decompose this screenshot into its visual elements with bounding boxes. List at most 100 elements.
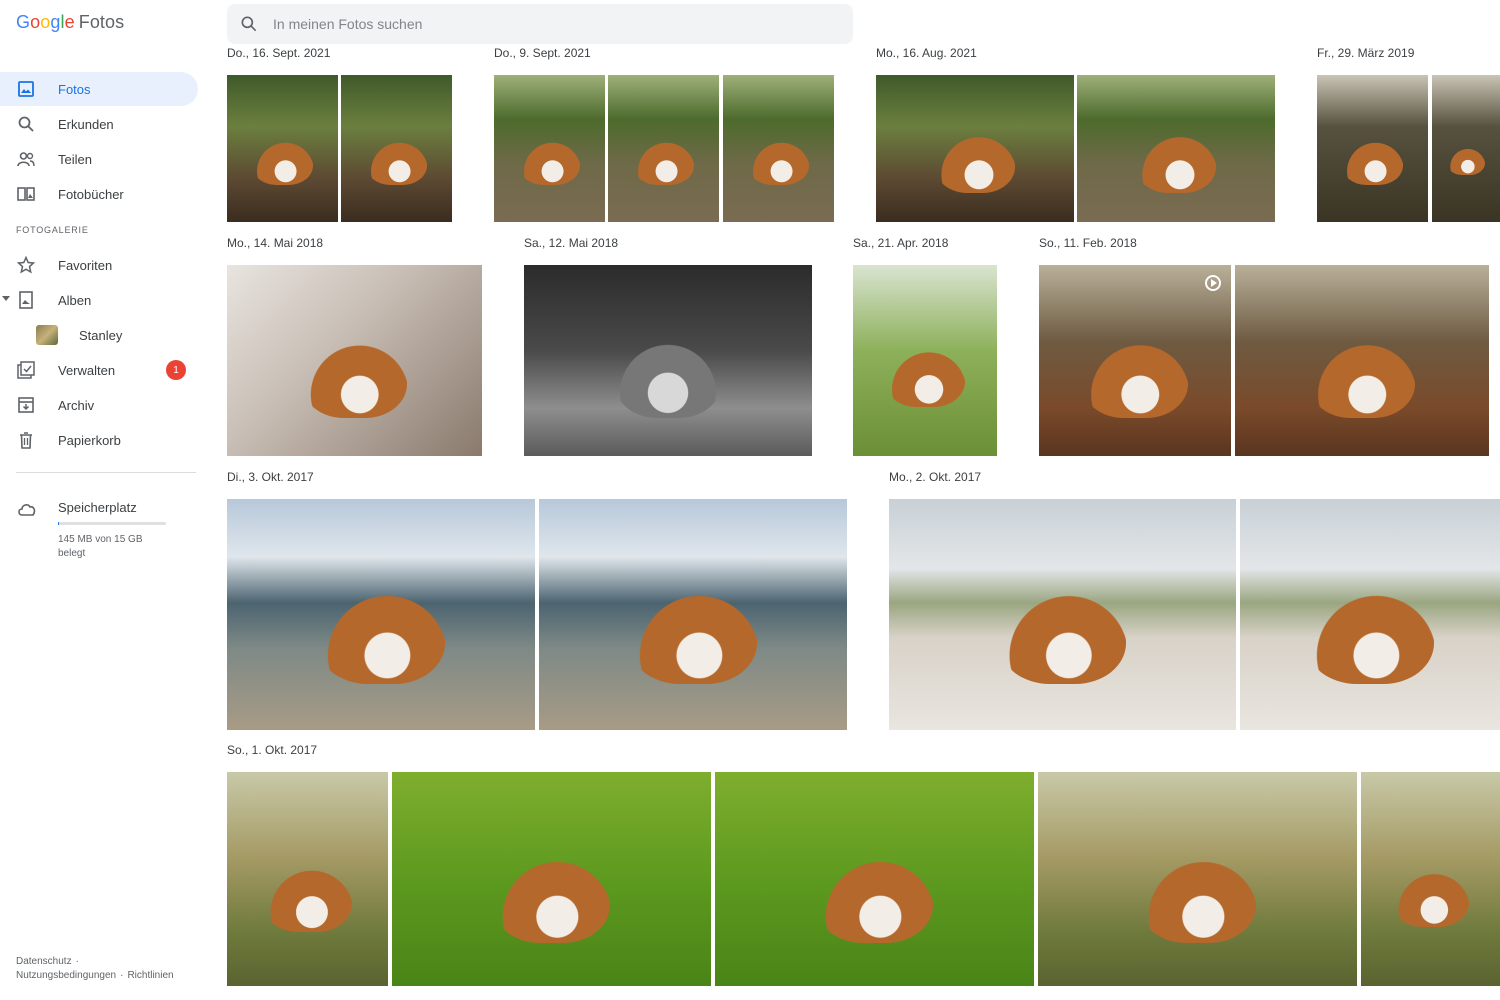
chevron-down-icon[interactable] [2,296,10,301]
date-label[interactable]: Di., 3. Okt. 2017 [227,470,314,484]
photo-thumbnail[interactable] [1240,499,1500,730]
footer-separator: · [75,956,79,967]
sidebar-item-label: Alben [58,292,92,308]
terms-link[interactable]: Nutzungsbedingungen [16,970,116,981]
sidebar-item-fotos[interactable]: Fotos [0,72,198,106]
beagle-shape [492,849,611,944]
beagle-shape [1135,127,1217,193]
date-label[interactable]: Do., 9. Sept. 2021 [494,46,591,60]
beagle-shape [301,333,408,418]
photo-thumbnail[interactable] [1077,75,1275,222]
sidebar-item-label: Verwalten [58,362,116,378]
search-icon[interactable] [239,14,259,34]
sidebar-item-archiv[interactable]: Archiv [0,388,210,422]
logo-letter: o [30,12,41,32]
sidebar-item-label: Favoriten [58,257,113,273]
sidebar-item-label: Archiv [58,397,95,413]
storage-used-text: 145 MB von 15 GB belegt [58,534,143,559]
sidebar-item-erkunden[interactable]: Erkunden [0,107,210,141]
beagle-shape [365,135,428,185]
photo-thumbnail[interactable] [1235,265,1489,456]
photo-thumbnail[interactable] [227,772,388,986]
photo-thumbnail[interactable] [1038,772,1357,986]
storage-label: Speicherplatz [58,500,137,515]
beagle-shape [317,582,445,684]
logo-letter: g [50,12,61,32]
manage-icon [17,361,35,379]
photo-thumbnail[interactable] [715,772,1034,986]
photo-thumbnail[interactable] [341,75,452,222]
photo-thumbnail[interactable] [853,265,997,456]
sidebar-item-label: Fotobücher [58,186,124,202]
date-label[interactable]: Mo., 16. Aug. 2021 [876,46,977,60]
photo-thumbnail[interactable] [1039,265,1231,456]
date-label[interactable]: So., 11. Feb. 2018 [1039,236,1137,250]
photo-thumbnail[interactable] [227,499,535,730]
photo-thumbnail[interactable] [608,75,719,222]
policies-link[interactable]: Richtlinien [127,970,173,981]
beagle-shape [998,582,1127,684]
sidebar-item-fotobuecher[interactable]: Fotobücher [0,177,210,211]
date-label[interactable]: Sa., 12. Mai 2018 [524,236,618,250]
storage-progress-fill [58,522,60,525]
sidebar-item-label: Teilen [58,151,92,167]
date-label[interactable]: Mo., 2. Okt. 2017 [889,470,981,484]
sidebar-item-teilen[interactable]: Teilen [0,142,210,176]
sidebar-item-verwalten[interactable]: Verwalten 1 [0,353,210,387]
beagle-shape [885,344,965,408]
search-input[interactable] [273,16,833,32]
beagle-shape [632,135,695,185]
footer-links: Datenschutz · Nutzungsbedingungen · Richtli… [16,955,178,983]
photo-thumbnail[interactable] [392,772,711,986]
search-bar[interactable] [227,4,853,44]
people-icon [17,152,35,167]
beagle-shape [251,135,314,185]
section-title-fotogalerie: FOTOGALERIE [16,225,89,235]
photo-thumbnail[interactable] [1317,75,1428,222]
sidebar-divider [16,472,196,473]
star-icon [17,256,35,274]
photo-thumbnail[interactable] [539,499,847,730]
trash-icon [20,432,32,449]
photo-thumbnail[interactable] [494,75,605,222]
book-icon [17,187,35,201]
beagle-shape [1082,333,1188,418]
storage-progress-bar [58,522,166,525]
photo-thumbnail[interactable] [889,499,1236,730]
beagle-shape [1138,849,1257,944]
beagle-shape [1309,333,1415,418]
date-label[interactable]: Mo., 14. Mai 2018 [227,236,323,250]
logo-letter: o [40,12,51,32]
logo-letter: e [64,12,75,32]
sidebar-item-label: Erkunden [58,116,114,132]
google-photos-logo[interactable]: Google Fotos [16,12,124,33]
beagle-shape [629,582,757,684]
sidebar-item-label: Fotos [58,81,91,97]
photo-thumbnail[interactable] [227,75,338,222]
photo-thumbnail[interactable] [723,75,834,222]
date-label[interactable]: Do., 16. Sept. 2021 [227,46,330,60]
beagle-shape [615,333,721,418]
footer-separator: · [120,970,124,981]
sidebar-item-alben[interactable]: Alben [0,283,210,317]
cloud-icon [18,504,36,516]
sidebar-item-stanley[interactable]: Stanley [0,318,210,352]
beagle-shape [1306,582,1434,684]
sidebar-item-label: Stanley [79,327,123,343]
sidebar: Fotos Erkunden Teilen Fotobücher FOTOGAL… [0,72,210,458]
notification-badge: 1 [166,360,186,380]
date-label[interactable]: Sa., 21. Apr. 2018 [853,236,948,250]
photo-thumbnail[interactable] [524,265,812,456]
date-label[interactable]: So., 1. Okt. 2017 [227,743,317,757]
date-label[interactable]: Fr., 29. März 2019 [1317,46,1414,60]
privacy-link[interactable]: Datenschutz [16,956,72,967]
photo-thumbnail[interactable] [227,265,482,456]
sidebar-item-favoriten[interactable]: Favoriten [0,248,210,282]
photo-thumbnail[interactable] [1432,75,1500,222]
photo-thumbnail[interactable] [876,75,1074,222]
photo-thumbnail[interactable] [1361,772,1500,986]
sidebar-item-papierkorb[interactable]: Papierkorb [0,423,210,457]
archive-icon [18,397,34,413]
beagle-shape [1392,865,1469,927]
beagle-shape [518,135,581,185]
